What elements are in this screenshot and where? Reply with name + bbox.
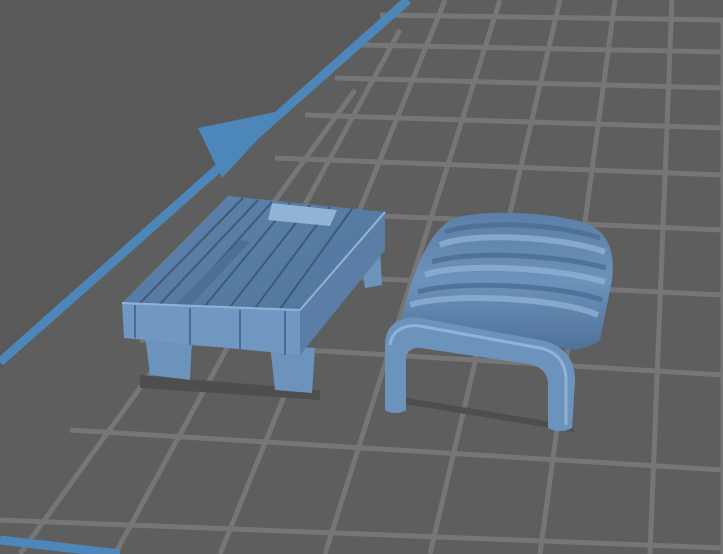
viewport-canvas[interactable]	[0, 0, 723, 554]
3d-model-viewport[interactable]	[0, 0, 723, 554]
